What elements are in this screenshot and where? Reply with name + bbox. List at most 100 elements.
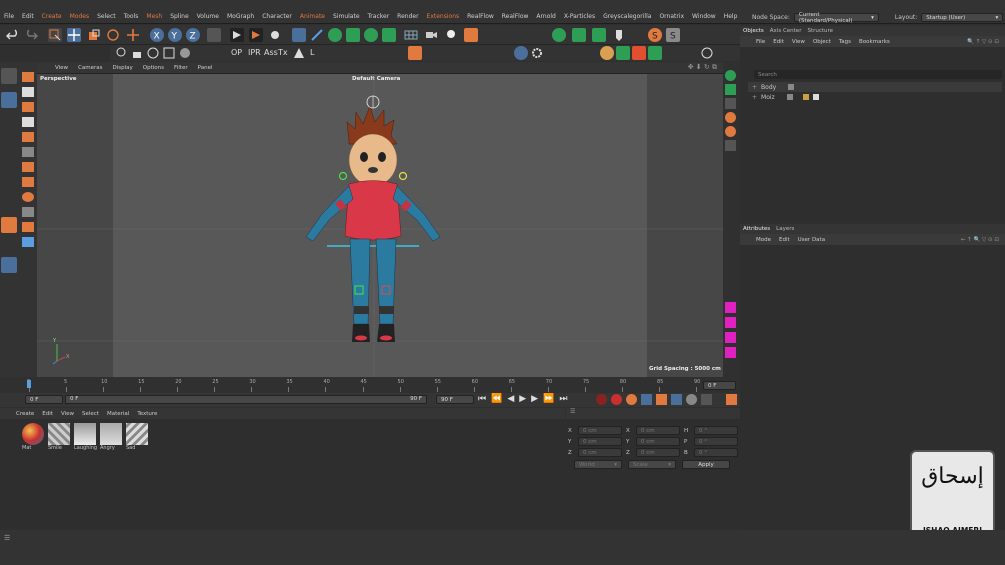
keyframe-selection-icon[interactable] bbox=[626, 394, 637, 405]
fur-icon[interactable] bbox=[632, 46, 646, 60]
goto-end-icon[interactable]: ⏭ bbox=[559, 394, 567, 404]
grid-toggle-icon[interactable] bbox=[718, 46, 732, 60]
material-item[interactable]: Mat bbox=[22, 423, 46, 451]
realflow-icon[interactable] bbox=[388, 46, 402, 60]
object-row-body[interactable]: + Body bbox=[748, 82, 1002, 92]
light-icon[interactable] bbox=[444, 28, 458, 42]
menu-simulate[interactable]: Simulate bbox=[333, 13, 360, 20]
sphere-icon[interactable] bbox=[178, 46, 192, 60]
layer-orange-2-icon[interactable] bbox=[725, 126, 736, 137]
objects-view-menu[interactable]: View bbox=[792, 39, 805, 45]
globe-icon[interactable] bbox=[146, 46, 160, 60]
tx-button[interactable]: Tx bbox=[278, 48, 288, 57]
attributes-nav-icons[interactable]: ← ↑ 🔍 ▽ ⊙ ⊡ bbox=[961, 237, 999, 243]
coordinate-field[interactable]: 0 cm bbox=[578, 437, 622, 446]
circle-icon[interactable] bbox=[700, 46, 714, 60]
menu-tracker[interactable]: Tracker bbox=[368, 13, 390, 20]
s-plugin-icon[interactable]: S bbox=[648, 28, 662, 42]
iron-tool-icon[interactable] bbox=[22, 222, 34, 232]
tab-attributes[interactable]: Attributes bbox=[743, 226, 770, 232]
axis-z-icon[interactable]: Z bbox=[186, 28, 200, 42]
tab-structure[interactable]: Structure bbox=[807, 28, 833, 34]
objects-object-menu[interactable]: Object bbox=[813, 39, 831, 45]
wave-icon[interactable] bbox=[682, 46, 696, 60]
help-icon[interactable] bbox=[325, 46, 339, 60]
coordinate-field[interactable]: 0 ° bbox=[694, 437, 738, 446]
particle-icon[interactable] bbox=[426, 46, 440, 60]
visibility-icon[interactable] bbox=[788, 84, 795, 90]
apply-button[interactable]: Apply bbox=[682, 460, 730, 469]
object-row-moiz[interactable]: + Moiz bbox=[748, 92, 1002, 102]
objects-bookmarks-menu[interactable]: Bookmarks bbox=[859, 39, 890, 45]
hair-icon[interactable] bbox=[546, 46, 560, 60]
live-select-icon[interactable] bbox=[48, 28, 62, 42]
viewport-view-menu[interactable]: View bbox=[55, 65, 68, 71]
preview-range-slider[interactable]: 0 F 90 F bbox=[65, 395, 427, 404]
expand-icon[interactable]: + bbox=[752, 84, 757, 91]
coordinate-field[interactable]: 0 ° bbox=[694, 426, 738, 435]
materials-view-menu[interactable]: View bbox=[61, 411, 74, 417]
menu-tools[interactable]: Tools bbox=[124, 13, 139, 20]
menu-window[interactable]: Window bbox=[692, 13, 716, 20]
cube-tool-icon[interactable] bbox=[22, 72, 34, 82]
edges-mode-icon[interactable] bbox=[1, 172, 17, 188]
coordinate-field[interactable]: 0 cm bbox=[636, 426, 680, 435]
scale-icon[interactable] bbox=[87, 28, 101, 42]
objects-tags-menu[interactable]: Tags bbox=[839, 39, 851, 45]
visibility-icon[interactable] bbox=[786, 94, 793, 100]
gear-icon[interactable] bbox=[530, 46, 544, 60]
mirror-tool-icon[interactable] bbox=[22, 237, 34, 247]
menu-greyscalegorilla[interactable]: Greyscalegorilla bbox=[603, 13, 651, 20]
menu-mograph[interactable]: MoGraph bbox=[227, 13, 254, 20]
viewport-filter-menu[interactable]: Filter bbox=[174, 65, 188, 71]
material-item[interactable]: Angry bbox=[100, 423, 124, 451]
status-menu-icon[interactable]: ☰ bbox=[4, 534, 10, 542]
materials-create-menu[interactable]: Create bbox=[16, 411, 34, 417]
node-icon[interactable] bbox=[498, 46, 512, 60]
group-icon[interactable] bbox=[382, 28, 396, 42]
menu-volume[interactable]: Volume bbox=[197, 13, 219, 20]
extrude-tool-icon[interactable] bbox=[22, 117, 34, 127]
tag-icon[interactable] bbox=[464, 28, 478, 42]
strand-icon[interactable] bbox=[580, 46, 594, 60]
obj-icon[interactable] bbox=[514, 46, 528, 60]
attributes-userdata-menu[interactable]: User Data bbox=[798, 237, 825, 243]
slide-tool-icon[interactable] bbox=[22, 207, 34, 217]
tab-objects[interactable]: Objects bbox=[743, 28, 764, 34]
expand-icon[interactable]: + bbox=[752, 94, 757, 101]
menu-render[interactable]: Render bbox=[397, 13, 418, 20]
environment-icon[interactable] bbox=[404, 28, 418, 42]
menu-create[interactable]: Create bbox=[42, 13, 62, 20]
texture-mode-icon[interactable] bbox=[1, 112, 17, 128]
start-frame-field[interactable]: 0 F bbox=[25, 395, 63, 404]
materials-texture-menu[interactable]: Texture bbox=[137, 411, 157, 417]
knife-tool-icon[interactable] bbox=[22, 102, 34, 112]
array-icon[interactable] bbox=[346, 28, 360, 42]
pen-icon[interactable] bbox=[310, 28, 324, 42]
playhead[interactable] bbox=[27, 380, 31, 388]
material-item[interactable]: Smile bbox=[48, 423, 72, 451]
viewport-nav-icons[interactable]: ✥ ⬇ ↻ ⧉ bbox=[688, 63, 717, 72]
emitter-icon[interactable] bbox=[408, 46, 422, 60]
l-button[interactable]: L bbox=[310, 48, 314, 57]
menu-character[interactable]: Character bbox=[262, 13, 292, 20]
menu-realflow[interactable]: RealFlow bbox=[467, 13, 494, 20]
menu-modes[interactable]: Modes bbox=[70, 13, 89, 20]
undo-icon[interactable] bbox=[6, 28, 20, 42]
rotate-icon[interactable] bbox=[106, 28, 120, 42]
coordinate-field[interactable]: 0 ° bbox=[694, 448, 738, 457]
joint-icon[interactable] bbox=[592, 28, 606, 42]
workplane-icon[interactable] bbox=[1, 132, 17, 148]
timeline-ruler[interactable]: 051015202530354045505560657075808590 0 F bbox=[0, 377, 740, 393]
cube-icon[interactable] bbox=[292, 28, 306, 42]
coordinate-field[interactable]: 0 cm bbox=[636, 437, 680, 446]
menu-spline[interactable]: Spline bbox=[170, 13, 188, 20]
helper-icon[interactable] bbox=[686, 28, 700, 42]
timeline-menu-icon[interactable] bbox=[726, 394, 737, 405]
redo-icon[interactable] bbox=[24, 28, 38, 42]
workplane-lock-icon[interactable] bbox=[1, 257, 17, 273]
tree-icon[interactable] bbox=[648, 46, 662, 60]
viewport-cameras-menu[interactable]: Cameras bbox=[78, 65, 102, 71]
objects-file-menu[interactable]: File bbox=[756, 39, 765, 45]
camera-icon[interactable] bbox=[424, 28, 438, 42]
